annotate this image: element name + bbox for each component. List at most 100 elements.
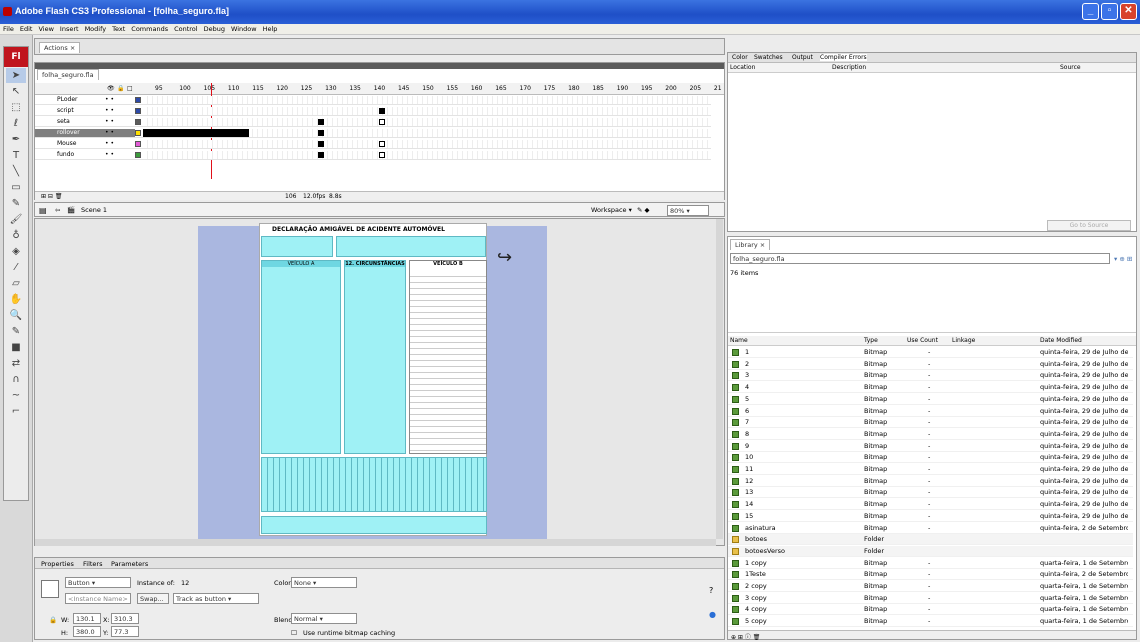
close-button[interactable]: ✕: [1120, 3, 1137, 20]
layer-visibility-dots[interactable]: ••: [105, 140, 116, 147]
edit-symbol-icon[interactable]: ✎ ◆: [637, 206, 650, 214]
pen-icon[interactable]: ✒: [6, 132, 26, 147]
swap-colors-icon[interactable]: ⇄: [6, 356, 26, 371]
go-to-source-button[interactable]: Go to Source: [1047, 220, 1131, 231]
sketch-grid[interactable]: [261, 457, 487, 512]
circumstances-column[interactable]: 12. CIRCUNSTÂNCIAS: [344, 260, 406, 454]
actions-tab[interactable]: Actions ×: [39, 42, 81, 53]
tab-color[interactable]: Color: [732, 54, 748, 61]
library-item[interactable]: 4Bitmap-quinta-feira, 29 de Julho de 201: [728, 382, 1133, 394]
bitmap-caching-checkbox[interactable]: ☐: [291, 629, 297, 637]
menu-debug[interactable]: Debug: [201, 24, 228, 33]
scene-label[interactable]: Scene 1: [81, 206, 107, 214]
zoom-tool-icon[interactable]: 🔍: [6, 308, 26, 323]
track-as-select[interactable]: Track as button ▾: [173, 593, 259, 604]
library-item[interactable]: 8Bitmap-quinta-feira, 29 de Julho de 201: [728, 429, 1133, 440]
library-item[interactable]: 10Bitmap-quinta-feira, 29 de Julho de 20…: [728, 452, 1133, 464]
library-item[interactable]: 1 copy Bitmap - quarta-feira, 1 de Setembro…: [728, 558, 1133, 569]
maximize-button[interactable]: ▫: [1101, 3, 1118, 20]
ink-bottle-icon[interactable]: ♁: [6, 228, 26, 243]
layer-frames[interactable]: [143, 140, 711, 148]
vehicle-b-column[interactable]: VEÍCULO B: [409, 260, 487, 454]
layer-row[interactable]: seta ••: [35, 118, 711, 127]
library-item[interactable]: 7Bitmap-quinta-feira, 29 de Julho de 201: [728, 417, 1133, 429]
pencil-icon[interactable]: ✎: [6, 196, 26, 211]
library-tab[interactable]: Library ×: [730, 239, 771, 250]
library-item[interactable]: 2Bitmap-quinta-feira, 29 de Julho de 201: [728, 359, 1133, 370]
layer-row[interactable]: PLoder ••: [35, 96, 711, 105]
library-item[interactable]: 4 copy Bitmap - quarta-feira, 1 de Setembro…: [728, 604, 1133, 616]
menu-file[interactable]: File: [0, 24, 17, 33]
straighten-icon[interactable]: ⌐: [6, 404, 26, 419]
pin-library-icon[interactable]: ▾ ⊕ ⊞: [1114, 255, 1132, 263]
library-item[interactable]: botoesVerso Folder: [728, 545, 1133, 557]
layer-visibility-dots[interactable]: ••: [105, 107, 116, 114]
layer-visibility-dots[interactable]: ••: [105, 129, 116, 136]
keyframe[interactable]: [318, 130, 324, 136]
keyframe[interactable]: [379, 141, 385, 147]
free-transform-icon[interactable]: ⬚: [6, 100, 26, 115]
paint-bucket-icon[interactable]: ◈: [6, 244, 26, 259]
menu-window[interactable]: Window: [228, 24, 260, 33]
layer-row[interactable]: fundo ••: [35, 151, 711, 160]
brush-icon[interactable]: 🖌: [6, 212, 26, 227]
x-input[interactable]: 310.3: [111, 613, 139, 624]
library-item[interactable]: 5 copy Bitmap - quarta-feira, 1 de Setembro…: [728, 616, 1133, 628]
stroke-color-icon[interactable]: ✎: [6, 324, 26, 339]
library-item[interactable]: 1Bitmap-quinta-feira, 29 de Julho de 201: [728, 347, 1133, 358]
layer-row[interactable]: script ••: [35, 107, 711, 116]
tab-filters[interactable]: Filters: [83, 560, 102, 568]
form-document[interactable]: DECLARAÇÃO AMIGÁVEL DE ACIDENTE AUTOMÓVE…: [259, 223, 487, 536]
back-arrow-icon[interactable]: ⇦: [55, 206, 60, 214]
selection-tool-icon[interactable]: ➤: [6, 68, 26, 83]
lasso-icon[interactable]: ℓ: [6, 116, 26, 131]
width-input[interactable]: 130.1: [73, 613, 101, 624]
expand-icon[interactable]: ●: [709, 610, 716, 619]
layer-visibility-dots[interactable]: ••: [105, 118, 116, 125]
keyframe[interactable]: [379, 108, 385, 114]
symbol-type-select[interactable]: Button ▾: [65, 577, 131, 588]
help-icon[interactable]: ?: [709, 586, 713, 595]
text-tool-icon[interactable]: T: [6, 148, 26, 163]
color-select[interactable]: None ▾: [291, 577, 357, 588]
layer-row[interactable]: rollover ••: [35, 129, 711, 138]
tab-swatches[interactable]: Swatches: [754, 54, 783, 61]
eraser-icon[interactable]: ▱: [6, 276, 26, 291]
library-item[interactable]: 3Bitmap-quinta-feira, 29 de Julho de 201: [728, 370, 1133, 382]
library-item[interactable]: 13Bitmap-quinta-feira, 29 de Julho de 20…: [728, 487, 1133, 499]
lock-aspect-icon[interactable]: 🔒: [49, 616, 57, 624]
menu-commands[interactable]: Commands: [128, 24, 171, 33]
keyframe[interactable]: [379, 152, 385, 158]
tab-parameters[interactable]: Parameters: [111, 560, 148, 568]
workspace-button[interactable]: Workspace ▾: [591, 206, 632, 214]
menu-text[interactable]: Text: [109, 24, 128, 33]
outline-icon[interactable]: □: [127, 85, 133, 92]
keyframe[interactable]: [318, 152, 324, 158]
menu-help[interactable]: Help: [260, 24, 281, 33]
minimize-button[interactable]: _: [1082, 3, 1099, 20]
library-item[interactable]: 14Bitmap-quinta-feira, 29 de Julho de 20…: [728, 499, 1133, 511]
tab-compiler-errors[interactable]: Compiler Errors: [820, 54, 867, 61]
library-document-select[interactable]: folha_seguro.fla: [730, 253, 1110, 264]
tab-properties[interactable]: Properties: [41, 560, 74, 568]
keyframe[interactable]: [318, 141, 324, 147]
stage-hscrollbar[interactable]: [35, 539, 716, 546]
keyframe[interactable]: [379, 119, 385, 125]
snap-magnet-icon[interactable]: ∩: [6, 372, 26, 387]
vehicle-a-column[interactable]: VEÍCULO A: [261, 260, 341, 454]
menu-view[interactable]: View: [35, 24, 56, 33]
smooth-icon[interactable]: ~: [6, 388, 26, 403]
layer-frames[interactable]: [143, 118, 711, 126]
library-item[interactable]: 11Bitmap-quinta-feira, 29 de Julho de 20…: [728, 464, 1133, 475]
line-tool-icon[interactable]: ╲: [6, 164, 26, 179]
swap-button[interactable]: Swap...: [137, 593, 169, 604]
library-item[interactable]: botoes Folder: [728, 534, 1133, 546]
menu-modify[interactable]: Modify: [82, 24, 110, 33]
blend-select[interactable]: Normal ▾: [291, 613, 357, 624]
frame-ruler[interactable]: 👁 🔒 □ 95 100 105 110 115 120 125 130 135 140 145 15…: [35, 83, 724, 95]
tab-output[interactable]: Output: [792, 54, 813, 61]
add-layer-icon[interactable]: ⊞ ⊟ 🗑: [41, 193, 63, 200]
document-tab[interactable]: folha_seguro.fla: [37, 69, 99, 80]
instance-name-input[interactable]: <Instance Name>: [65, 593, 131, 604]
fill-color-icon[interactable]: ■: [6, 340, 26, 355]
